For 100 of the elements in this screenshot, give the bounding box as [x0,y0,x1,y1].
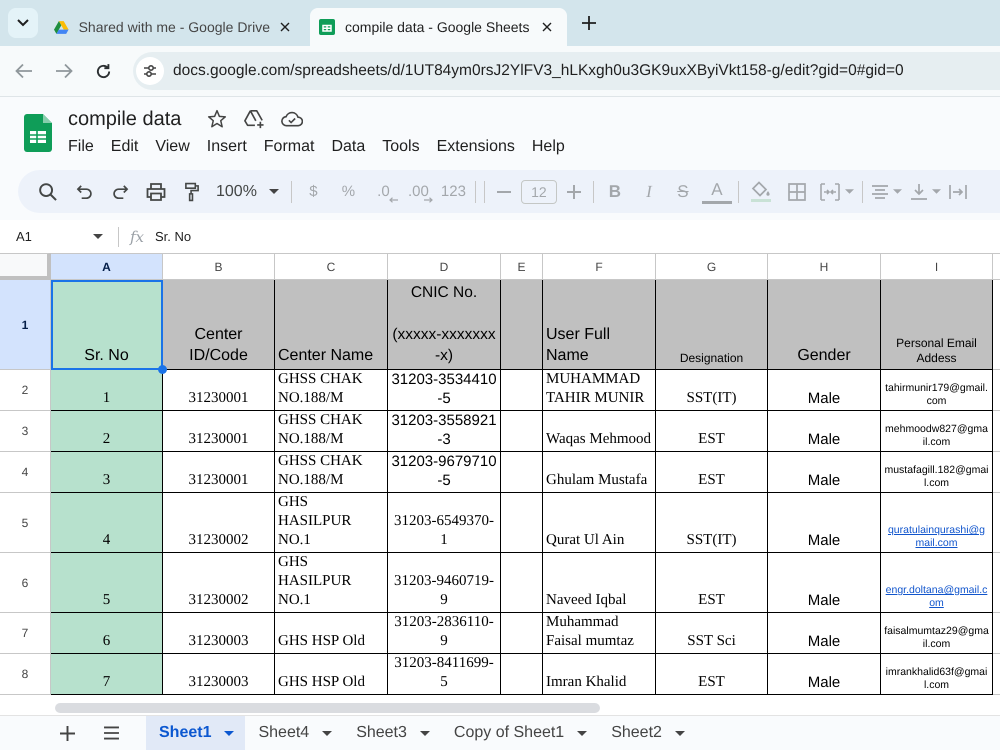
printer-icon[interactable] [146,182,166,200]
address-field[interactable]: docs.google.com/spreadsheets/d/1UT84ym0rsJ2YlFV3_hLKxgh0u3GK9uxXByiVkt158-g/edit?gid=0#gid=0 [133,52,1000,90]
empty-cell[interactable] [501,493,543,553]
scrollbar-thumb[interactable] [55,702,600,712]
table-cell[interactable]: 31230002 [163,553,275,613]
menu-item[interactable]: Tools [374,134,428,158]
menu-item[interactable]: Data [322,134,374,158]
table-cell[interactable]: MUHAMMAD TAHIR MUNIR [543,370,656,411]
table-cell[interactable]: imrankhalid63f@gmail.com [881,654,993,695]
empty-cell[interactable] [501,452,543,493]
caret-icon[interactable] [674,730,685,736]
menu-item[interactable]: Format [255,134,323,158]
email-link[interactable]: engr.doltana@gmail.com [884,584,989,610]
spreadsheet-logo-icon[interactable] [24,114,52,152]
caret-icon[interactable] [420,730,430,736]
redo-icon[interactable] [112,184,128,200]
table-cell[interactable]: 31230002 [163,493,275,553]
table-cell[interactable]: 4 [51,493,163,553]
sheet-tab[interactable]: Sheet3 [343,716,441,750]
table-cell[interactable]: 31230001 [163,370,275,411]
close-icon[interactable] [542,22,552,32]
table-cell[interactable]: Male [768,654,881,695]
table-cell[interactable]: Male [768,452,881,493]
table-cell[interactable]: 3 [51,452,163,493]
caret-icon[interactable] [224,730,234,736]
menu-item[interactable]: Extensions [428,134,524,158]
header-cell[interactable]: CNIC No. (xxxxx-xxxxxxx-x) [388,280,501,370]
table-cell[interactable]: 31203-6549370-1 [388,493,501,553]
header-cell[interactable]: User Full Name [543,280,656,370]
table-cell[interactable]: GHS HASILPUR NO.1 [275,553,388,613]
column-header[interactable]: I [881,253,993,280]
table-cell[interactable]: EST [656,553,768,613]
table-cell[interactable]: 31230003 [163,613,275,654]
star-icon[interactable] [207,108,228,128]
table-cell[interactable]: GHS HSP Old [275,613,388,654]
table-cell[interactable]: mehmoodw827@gmail.com [881,411,993,452]
table-cell[interactable]: SST Sci [656,613,768,654]
row-header[interactable]: 7 [0,613,51,654]
table-cell[interactable]: mustafagill.182@gmail.com [881,452,993,493]
table-cell[interactable]: SST(IT) [656,370,768,411]
formula-field[interactable]: Sr. No [155,224,1000,248]
table-cell[interactable]: EST [656,452,768,493]
table-cell[interactable]: GHSS CHAK NO.188/M [275,370,388,411]
table-cell[interactable]: 31203-9460719-9 [388,553,501,613]
row-header[interactable]: 6 [0,553,51,613]
paint-roller-icon[interactable] [184,182,200,202]
new-tab-plus-icon[interactable] [582,16,596,30]
table-cell[interactable]: GHSS CHAK NO.188/M [275,452,388,493]
table-cell[interactable]: 2 [51,411,163,452]
header-cell[interactable]: Gender [768,280,881,370]
table-cell[interactable]: 31203-3558921-3 [388,411,501,452]
column-header[interactable]: C [275,253,388,280]
header-cell[interactable]: Personal Email Addess [881,280,993,370]
table-cell[interactable]: 31203-8411699-5 [388,654,501,695]
column-header[interactable]: G [656,253,768,280]
row-header[interactable]: 5 [0,493,51,553]
cloud-check-icon[interactable] [281,110,304,127]
table-cell[interactable]: EST [656,411,768,452]
table-cell[interactable]: 31203-3534410-5 [388,370,501,411]
caret-icon[interactable] [577,730,588,736]
empty-cell[interactable] [501,613,543,654]
table-cell[interactable]: 7 [51,654,163,695]
menu-item[interactable]: Insert [198,134,256,158]
column-header[interactable]: B [163,253,275,280]
name-box[interactable]: A1 [0,224,108,248]
document-title[interactable]: compile data [68,106,182,130]
table-cell[interactable]: Male [768,553,881,613]
browser-tab[interactable]: compile data - Google Sheets [310,8,567,46]
table-cell[interactable]: GHS HSP Old [275,654,388,695]
column-header[interactable]: F [543,253,656,280]
email-link[interactable]: quratulainqurashi@gmail.com [884,524,989,550]
plus-icon[interactable] [60,726,75,740]
table-cell[interactable]: Male [768,411,881,452]
table-cell[interactable]: 31203-2836110-9 [388,613,501,654]
table-cell[interactable]: 6 [51,613,163,654]
table-cell[interactable]: Ghulam Mustafa [543,452,656,493]
empty-cell[interactable] [501,553,543,613]
table-cell[interactable]: GHS HASILPUR NO.1 [275,493,388,553]
browser-tab[interactable]: Shared with me - Google Drive [45,8,305,46]
header-cell[interactable]: Center ID/Code [163,280,275,370]
row-header[interactable]: 1 [0,280,51,370]
row-header[interactable]: 4 [0,452,51,493]
zoom-dropdown[interactable]: 100% [210,176,287,206]
column-header[interactable]: D [388,253,501,280]
table-cell[interactable]: 1 [51,370,163,411]
table-cell[interactable]: 5 [51,553,163,613]
menu-item[interactable]: Edit [102,134,147,158]
table-cell[interactable]: Qurat Ul Ain [543,493,656,553]
sheet-tab[interactable]: Copy of Sheet1 [440,716,598,750]
caret-icon[interactable] [322,730,332,736]
table-cell[interactable]: SST(IT) [656,493,768,553]
column-header[interactable]: E [501,253,543,280]
table-cell[interactable]: Male [768,370,881,411]
table-cell[interactable]: 31230003 [163,654,275,695]
reload-icon[interactable] [95,62,112,80]
table-cell[interactable]: GHSS CHAK NO.188/M [275,411,388,452]
table-cell[interactable]: Muhammad Faisal mumtaz [543,613,656,654]
table-cell[interactable]: Imran Khalid [543,654,656,695]
table-cell[interactable]: Male [768,493,881,553]
table-cell[interactable]: Naveed Iqbal [543,553,656,613]
